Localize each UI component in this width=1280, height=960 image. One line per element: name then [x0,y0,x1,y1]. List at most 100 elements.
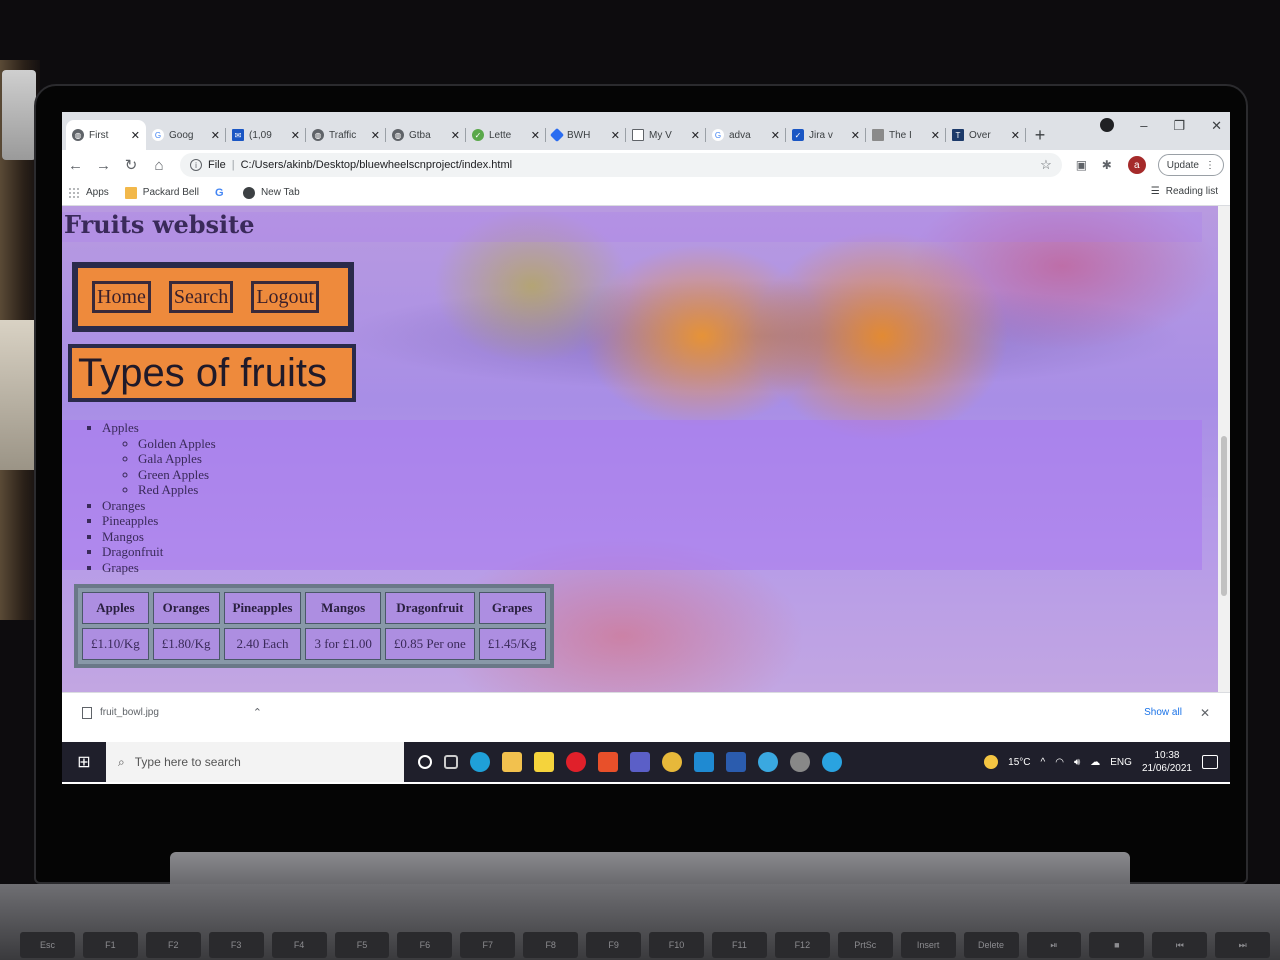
bookmark-apps[interactable]: Apps [68,186,109,199]
settings-gear-icon[interactable] [790,752,810,772]
key[interactable]: F5 [334,932,390,958]
close-tab-icon[interactable]: ✕ [211,129,220,142]
show-all-link[interactable]: Show all [1144,707,1182,718]
chevron-up-icon[interactable]: ^ [1041,757,1046,768]
home-icon[interactable]: ⌂ [152,157,166,174]
close-tab-icon[interactable]: ✕ [371,129,380,142]
close-tab-icon[interactable]: ✕ [931,129,940,142]
home-button[interactable]: Home [92,281,151,313]
key[interactable]: Esc [20,932,75,958]
key[interactable]: F9 [586,932,642,958]
telegram-icon[interactable] [822,752,842,772]
browser-tab[interactable]: ◍ Traffic ✕ [306,120,386,150]
clock[interactable]: 10:38 21/06/2021 [1142,749,1192,775]
close-tab-icon[interactable]: ✕ [531,129,540,142]
search-button[interactable]: Search [168,281,234,313]
close-tab-icon[interactable]: ✕ [691,129,700,142]
extension-icon[interactable]: ▣ [1076,158,1090,172]
key[interactable]: Insert [900,932,956,958]
bookmark-star-icon[interactable]: ☆ [1040,157,1052,173]
key[interactable]: F12 [774,932,830,958]
key[interactable]: ⏯ [1026,932,1082,958]
logout-button[interactable]: Logout [251,281,320,313]
chrome-icon[interactable] [662,752,682,772]
page-scrollbar[interactable] [1218,206,1230,692]
notification-icon[interactable] [1202,755,1218,769]
browser-tab[interactable]: BWH ✕ [546,120,626,150]
scrollbar-thumb[interactable] [1221,436,1227,596]
forward-arrow-icon[interactable]: → [96,157,111,174]
key[interactable]: F4 [271,932,327,958]
profile-icon[interactable] [1100,118,1115,132]
close-tab-icon[interactable]: ✕ [851,129,860,142]
vscode-icon[interactable] [694,752,714,772]
browser-tab[interactable]: G Goog ✕ [146,120,226,150]
browser-tab[interactable]: ✉ (1,09 ✕ [226,120,306,150]
opera-icon[interactable] [566,752,586,772]
new-tab-button[interactable]: + [1026,120,1054,150]
language-indicator[interactable]: ENG [1110,757,1132,768]
close-tab-icon[interactable]: ✕ [451,129,460,142]
bookmark-new-tab[interactable]: New Tab [242,186,300,199]
browser-tab[interactable]: G adva ✕ [706,120,786,150]
avatar[interactable]: a [1127,156,1146,174]
key[interactable]: F2 [145,932,201,958]
minimize-icon[interactable]: – [1140,118,1147,134]
browser-tab[interactable]: ◍ First ✕ [66,120,146,150]
reload-icon[interactable]: ↻ [124,156,138,174]
file-explorer-icon[interactable] [502,752,522,772]
key[interactable]: F3 [208,932,264,958]
globe-icon[interactable] [758,752,778,772]
key[interactable]: F1 [82,932,138,958]
browser-tab[interactable]: ✓ Jira v ✕ [786,120,866,150]
taskbar-search-input[interactable]: ⌕ Type here to search [106,742,404,782]
key[interactable]: F7 [460,932,516,958]
key[interactable]: ■ [1089,932,1145,958]
bookmark-google[interactable]: G [215,187,227,199]
reading-list-button[interactable]: ☰ Reading list [1151,186,1218,197]
close-icon[interactable]: ✕ [1200,706,1210,720]
download-item[interactable]: fruit_bowl.jpg ⌃ [82,706,262,719]
close-tab-icon[interactable]: ✕ [611,129,620,142]
update-button[interactable]: Update ⋮ [1157,154,1224,176]
edge-icon[interactable] [470,752,490,772]
cloud-icon[interactable]: ☁ [1090,757,1100,768]
bookmark-packard-bell[interactable]: Packard Bell [124,186,199,199]
key[interactable]: ⏮ [1152,932,1208,958]
volume-icon[interactable]: 🔊︎ [1074,757,1080,768]
cortana-icon[interactable] [418,755,432,769]
key[interactable]: F10 [649,932,704,958]
browser-tab[interactable]: My V ✕ [626,120,706,150]
teams-icon[interactable] [630,752,650,772]
browser-tab[interactable]: The I ✕ [866,120,946,150]
close-tab-icon[interactable]: ✕ [771,129,780,142]
browser-tab[interactable]: T Over ✕ [946,120,1026,150]
temperature[interactable]: 15°C [1008,757,1030,768]
key[interactable]: F11 [711,932,767,958]
miro-icon[interactable] [534,752,554,772]
key[interactable]: ⏭ [1215,932,1271,958]
close-tab-icon[interactable]: ✕ [1011,129,1020,142]
url-text[interactable]: C:/Users/akinb/Desktop/bluewheelscnproje… [241,159,512,171]
back-arrow-icon[interactable]: ← [68,157,83,174]
windows-start-icon[interactable]: ⊞ [62,742,106,782]
close-window-icon[interactable]: ✕ [1211,118,1222,134]
key[interactable]: F6 [397,932,453,958]
word-icon[interactable] [726,752,746,772]
office-icon[interactable] [598,752,618,772]
close-tab-icon[interactable]: ✕ [291,129,300,142]
chevron-up-icon[interactable]: ⌃ [253,706,262,719]
key[interactable]: F8 [523,932,579,958]
task-view-icon[interactable] [444,755,458,769]
browser-tab[interactable]: ◍ Gtba ✕ [386,120,466,150]
network-icon[interactable]: ◠ [1055,757,1064,768]
restore-icon[interactable]: ❐ [1173,118,1185,134]
key[interactable]: Delete [963,932,1019,958]
puzzle-icon[interactable]: ✱ [1102,158,1116,172]
key[interactable]: PrtSc [837,932,893,958]
weather-icon[interactable] [984,755,999,769]
info-icon[interactable]: i [190,159,202,171]
browser-tab[interactable]: ✓ Lette ✕ [466,120,546,150]
address-bar[interactable]: i File | C:/Users/akinb/Desktop/bluewhee… [180,153,1062,177]
close-tab-icon[interactable]: ✕ [131,129,140,142]
